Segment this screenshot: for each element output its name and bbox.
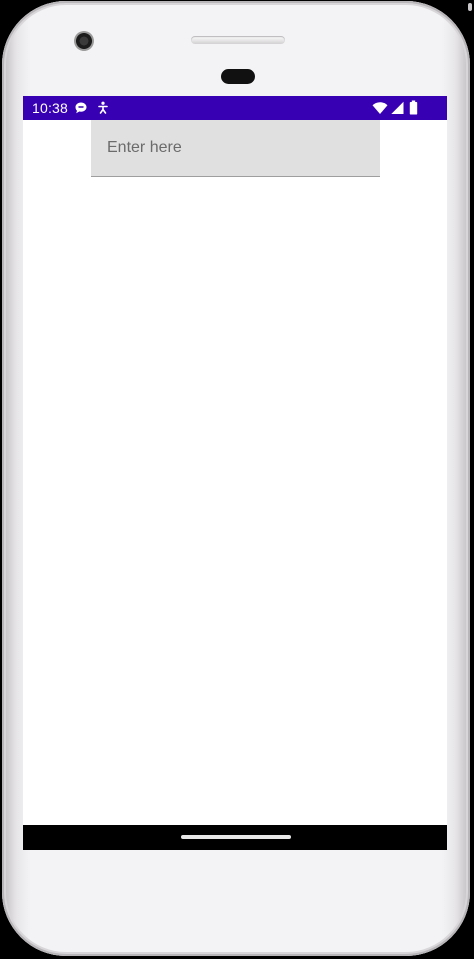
battery-icon [409,100,418,118]
chat-notification-icon [74,101,88,118]
wifi-icon [372,101,388,118]
status-bar: 10:38 [23,96,447,120]
cellular-signal-icon [391,101,404,118]
status-time: 10:38 [32,100,69,116]
device-screen: 10:38 [23,96,447,850]
enter-here-input[interactable] [91,120,380,177]
proximity-sensor [221,69,255,84]
side-button [468,3,472,11]
home-gesture-handle[interactable] [181,835,291,839]
navigation-bar [23,825,447,850]
front-camera [74,31,94,51]
accessibility-notification-icon [97,101,109,118]
earpiece-speaker [191,36,285,44]
